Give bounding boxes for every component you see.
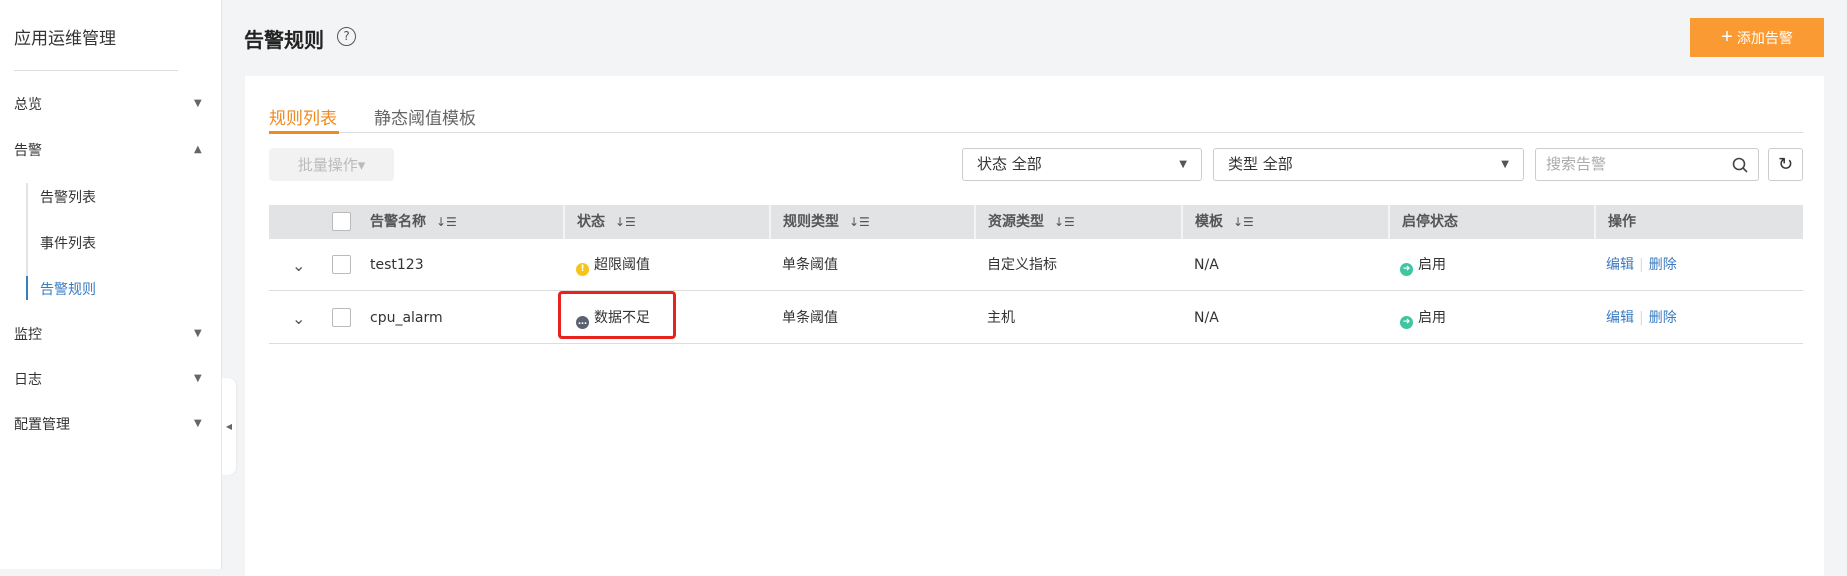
edit-link[interactable]: 编辑 <box>1606 257 1634 273</box>
nav-config[interactable]: 配置管理 <box>14 413 70 437</box>
tab-static-threshold-templates[interactable]: 静态阈值模板 <box>374 104 476 132</box>
enabled-state: ➜ 启用 <box>1400 255 1446 276</box>
tab-divider <box>269 132 1803 133</box>
chevron-down-icon[interactable]: ▼ <box>194 418 202 429</box>
header-enabled-state: 启停状态 <box>1402 214 1458 230</box>
header-resource-type[interactable]: 资源类型 ↓☰ <box>976 205 1075 239</box>
tab-rule-list[interactable]: 规则列表 <box>269 104 337 132</box>
select-all-checkbox[interactable] <box>332 212 351 231</box>
delete-link[interactable]: 删除 <box>1649 257 1677 273</box>
sort-icon: ↓☰ <box>615 215 636 229</box>
sort-icon: ↓☰ <box>436 215 457 229</box>
nav-monitor[interactable]: 监控 <box>14 323 42 347</box>
add-alarm-button[interactable]: + 添加告警 <box>1690 18 1824 57</box>
app-title: 应用运维管理 <box>14 29 116 49</box>
header-rule-type[interactable]: 规则类型 ↓☰ <box>771 205 870 239</box>
header-status[interactable]: 状态 ↓☰ <box>565 205 636 239</box>
enabled-arrow-icon: ➜ <box>1400 316 1413 329</box>
template: N/A <box>1194 257 1219 273</box>
enabled-state: ➜ 启用 <box>1400 308 1446 329</box>
page-title: 告警规则 <box>244 28 324 52</box>
rule-type: 单条阈值 <box>782 257 838 273</box>
caret-down-icon: ▼ <box>1179 159 1187 170</box>
active-tab-underline <box>269 131 339 134</box>
actions: 编辑 | 删除 <box>1606 310 1677 326</box>
status-filter-select[interactable]: 状态 全部 ▼ <box>962 148 1202 181</box>
template: N/A <box>1194 310 1219 326</box>
nav-alarm[interactable]: 告警 <box>14 139 42 163</box>
header-actions: 操作 <box>1608 214 1636 230</box>
warning-icon: ! <box>576 263 589 276</box>
nav-event-list[interactable]: 事件列表 <box>40 233 96 253</box>
search-icon[interactable] <box>1732 157 1748 173</box>
help-icon[interactable]: ? <box>337 27 356 46</box>
sidebar: 应用运维管理 总览 ▼ 告警 ▲ 告警列表 事件列表 告警规则 监控 ▼ 日志 … <box>0 0 222 569</box>
alarm-name: test123 <box>370 257 424 273</box>
sort-icon: ↓☰ <box>1233 215 1254 229</box>
edit-link[interactable]: 编辑 <box>1606 310 1634 326</box>
type-filter-select[interactable]: 类型 全部 ▼ <box>1213 148 1524 181</box>
sort-icon: ↓☰ <box>1054 215 1075 229</box>
header-name[interactable]: 告警名称 ↓☰ <box>358 205 457 239</box>
row-checkbox[interactable] <box>332 308 351 327</box>
nav-logs[interactable]: 日志 <box>14 368 42 392</box>
divider <box>14 70 178 71</box>
rule-type: 单条阈值 <box>782 310 838 326</box>
enabled-arrow-icon: ➜ <box>1400 263 1413 276</box>
search-placeholder: 搜索告警 <box>1546 155 1607 173</box>
add-alarm-label: 添加告警 <box>1736 29 1793 46</box>
refresh-icon: ↻ <box>1777 154 1794 175</box>
row-checkbox[interactable] <box>332 255 351 274</box>
highlight-box <box>558 291 676 339</box>
active-indicator <box>26 276 28 300</box>
nav-alarm-rules[interactable]: 告警规则 <box>40 279 96 299</box>
sort-icon: ↓☰ <box>849 215 870 229</box>
plus-icon: + <box>1721 26 1733 48</box>
chevron-up-icon[interactable]: ▲ <box>194 144 202 155</box>
caret-down-icon: ▼ <box>1501 159 1509 170</box>
header-template[interactable]: 模板 ↓☰ <box>1183 205 1254 239</box>
alarm-name: cpu_alarm <box>370 310 443 326</box>
status-filter-value: 状态 全部 <box>977 155 1042 173</box>
chevron-down-icon[interactable]: ▼ <box>194 373 202 384</box>
search-input[interactable]: 搜索告警 <box>1535 148 1759 181</box>
nav-overview[interactable]: 总览 <box>14 93 42 117</box>
expand-chevron-icon[interactable]: ⌄ <box>292 309 305 329</box>
delete-link[interactable]: 删除 <box>1649 310 1677 326</box>
nav-alarm-list[interactable]: 告警列表 <box>40 187 96 207</box>
chevron-down-icon[interactable]: ▼ <box>194 98 202 109</box>
status-cell: ! 超限阈值 <box>576 255 650 276</box>
refresh-button[interactable]: ↻ <box>1768 148 1803 181</box>
resource-type: 主机 <box>987 310 1015 326</box>
resource-type: 自定义指标 <box>987 257 1057 273</box>
collapse-sidebar-handle[interactable]: ◀ <box>222 378 236 475</box>
table-row <box>269 292 1803 344</box>
type-filter-value: 类型 全部 <box>1228 155 1293 173</box>
expand-chevron-icon[interactable]: ⌄ <box>292 256 305 276</box>
status-text: 超限阈值 <box>594 257 650 273</box>
batch-operation-button[interactable]: 批量操作▾ <box>269 148 394 181</box>
chevron-down-icon[interactable]: ▼ <box>194 328 202 339</box>
actions: 编辑 | 删除 <box>1606 257 1677 273</box>
